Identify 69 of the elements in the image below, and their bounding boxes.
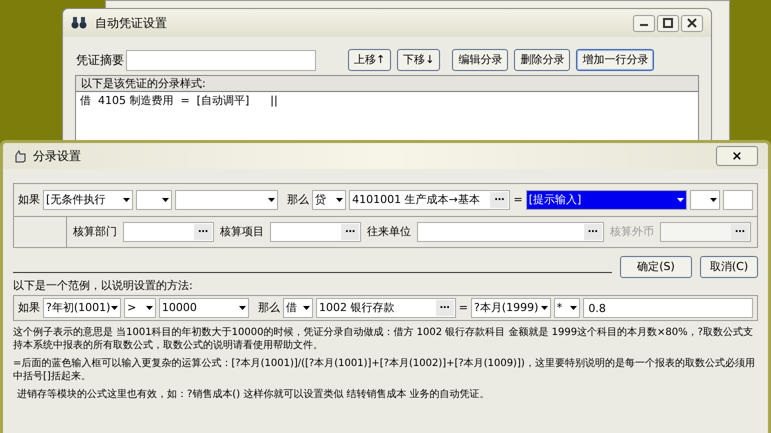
if-label: 如果 — [18, 192, 40, 208]
dropdown-arrow-icon — [336, 198, 344, 202]
dropdown-arrow-icon — [540, 306, 548, 310]
dropdown-arrow-icon — [111, 306, 118, 310]
operator-dropdown[interactable]: * — [554, 298, 580, 318]
if-label: 如果 — [18, 300, 40, 316]
dialog-title: 分录设置 — [33, 148, 81, 165]
then-label: 那么 — [258, 300, 280, 316]
then-label: 那么 — [287, 192, 310, 208]
formula-dropdown[interactable]: [提示输入] — [526, 190, 688, 210]
entry-row[interactable]: 借 4105 制造费用 = [自动调平] || — [76, 92, 698, 110]
list-header: 以下是该凭证的分录样式: — [76, 76, 698, 92]
minimize-button[interactable] — [633, 14, 655, 32]
binoculars-icon — [71, 16, 87, 30]
account-field[interactable]: … — [417, 222, 604, 242]
account-field[interactable]: … — [270, 222, 362, 242]
close-icon — [687, 18, 697, 28]
dropdown-arrow-icon — [268, 198, 276, 202]
toolbar-button[interactable]: 增加一行分录 — [576, 49, 654, 71]
dropdown-arrow-icon — [122, 198, 130, 202]
equals-sign: = — [513, 192, 523, 208]
browse-button[interactable]: … — [341, 224, 360, 240]
account-field[interactable]: … — [123, 222, 214, 242]
toolbar-button[interactable]: 下移↓ — [397, 49, 440, 71]
dropdown-arrow-icon — [677, 198, 684, 202]
hand-icon — [13, 149, 27, 163]
formula-dropdown[interactable]: ?本月(1999) — [470, 298, 551, 318]
toolbar-button[interactable]: 删除分录 — [514, 49, 570, 71]
aux-label: 往来单位 — [367, 224, 412, 240]
browse-button[interactable]: … — [584, 224, 602, 240]
aux-label: 核算部门 — [73, 224, 117, 240]
condition-dropdown[interactable]: [无条件执行 — [43, 190, 133, 210]
summary-field[interactable] — [126, 50, 316, 70]
factor-field[interactable] — [723, 190, 753, 210]
operator-dropdown[interactable]: > — [124, 298, 156, 318]
account-field[interactable]: 1002 银行存款 … — [316, 298, 456, 318]
close-button[interactable]: × — [716, 146, 758, 166]
browse-button[interactable]: … — [194, 224, 212, 240]
factor-field[interactable]: 0.8 — [583, 298, 753, 318]
toolbar-button[interactable]: 编辑分录 — [452, 49, 508, 71]
dropdown-arrow-icon — [146, 306, 153, 310]
browse-button[interactable]: … — [436, 300, 454, 316]
maximize-button[interactable] — [657, 14, 679, 32]
dropdown-arrow-icon — [570, 306, 578, 310]
ok-button[interactable]: 确定(S) — [620, 256, 692, 278]
condition-dropdown[interactable]: ?年初(1001) — [43, 298, 122, 318]
direction-dropdown[interactable]: 贷 — [312, 190, 346, 210]
aux-label: 核算项目 — [220, 224, 264, 240]
note-text: 进销存等模块的公式这里也有效，如：?销售成本() 这样你就可以设置类似 结转销售成本 业务的自动凭证。 — [16, 388, 491, 401]
aux-label: 核算外币 — [610, 224, 654, 240]
summary-label: 凭证摘要 — [76, 52, 124, 69]
cancel-button[interactable]: 取消(C) — [700, 256, 758, 278]
equals-sign: = — [458, 300, 468, 316]
window-title: 自动凭证设置 — [95, 15, 167, 32]
note-text: =后面的蓝色输入框可以输入更复杂的运算公式：[?本月(1001)]/([?本月(1001)]+[?本月(1002)]+[?本月(1009)])，这里要特别说明的是每一个报表的取数公式必须用中括号[]括起来。 — [13, 357, 756, 383]
dropdown-arrow-icon — [162, 198, 169, 202]
example-label: 以下是一个范例，以说明设置的方法: — [13, 278, 194, 294]
operand-dropdown[interactable]: 10000 — [158, 298, 249, 318]
close-button[interactable] — [681, 14, 703, 32]
toolbar-button[interactable]: 上移↑ — [348, 49, 392, 71]
browse-button[interactable]: … — [490, 192, 508, 208]
direction-dropdown[interactable]: 借 — [282, 298, 313, 318]
dropdown-arrow-icon — [238, 306, 246, 310]
operator-dropdown[interactable] — [690, 190, 720, 210]
dropdown-arrow-icon — [710, 198, 717, 202]
dropdown-arrow-icon — [302, 306, 310, 310]
maximize-icon — [663, 18, 673, 28]
note-text: 这个例子表示的意思是 当1001科目的年初数大于10000的时候，凭证分录自动做成：借方 1002 银行存款科目 金额就是 1999这个科目的本月数×80%，?取数公式支持本系统中报表的所有取数公式，取数公式的说明请看使用帮助文件。 — [13, 326, 754, 352]
account-field[interactable]: 4101001 生产成本→基本 … — [349, 190, 510, 210]
